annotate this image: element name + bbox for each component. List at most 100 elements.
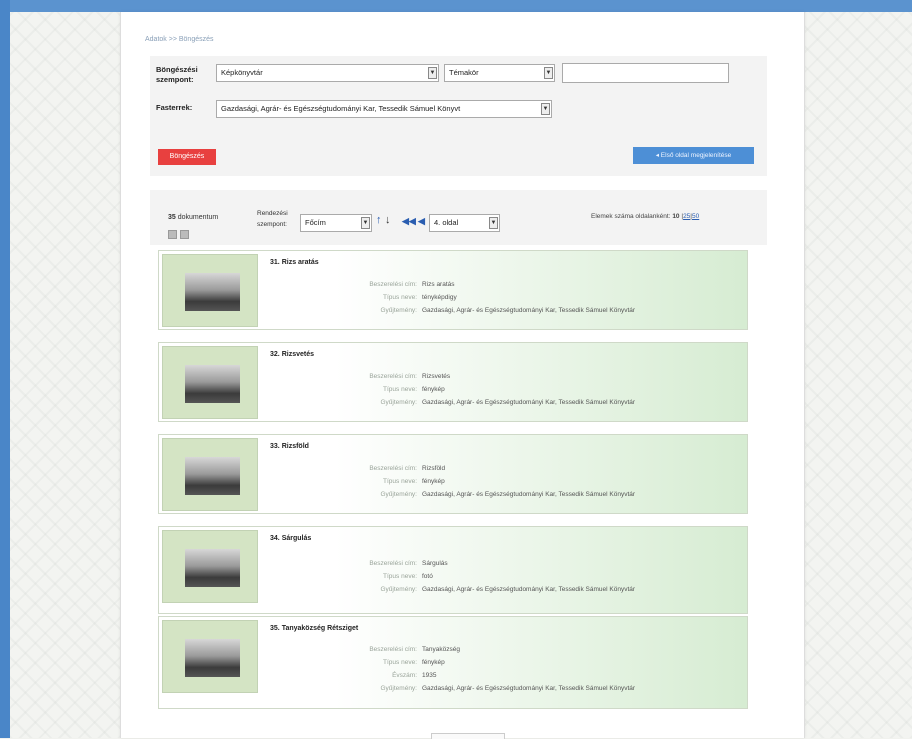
result-card[interactable]: 32. Rizsvetés Beszerelési cím: Rizsvetés … [158, 342, 748, 422]
meta-type-row: Típus neve: fénykép [309, 658, 445, 668]
subject-value: Témakör [449, 68, 479, 77]
thumbnail-image[interactable] [185, 457, 240, 495]
meta-key: Gyűjtemény: [380, 491, 418, 498]
result-number: 34. [270, 535, 280, 542]
meta-value: fénykép [422, 659, 445, 666]
meta-owner-row: Gyűjtemény: Gazdasági, Agrár- és Egészség… [309, 490, 636, 500]
sort-descending-icon[interactable]: ↓ [385, 214, 391, 226]
meta-title-row: Beszerelési cím: Tanyaközség [309, 645, 460, 655]
window-top-border [0, 0, 912, 12]
meta-key: Gyűjtemény: [380, 399, 418, 406]
meta-title-row: Beszerelési cím: Rizsvetés [309, 372, 450, 382]
grid-view-icon[interactable] [168, 230, 177, 239]
dropdown-arrow-icon: ▼ [544, 67, 553, 79]
result-title[interactable]: 32. Rizsvetés [270, 351, 314, 358]
sort-criteria-label: Rendezési szempont: [257, 208, 288, 230]
sort-label-line1: Rendezési [257, 210, 288, 217]
meta-value: Rizsföld [422, 465, 446, 472]
pagination-strip [431, 733, 505, 739]
show-first-page-button[interactable]: ◂ Első oldal megjelenítése [633, 147, 754, 164]
subject-select[interactable]: Témakör ▼ [444, 64, 555, 82]
meta-value: fénykép [422, 478, 445, 485]
document-count: 35 dokumentum [168, 214, 218, 221]
meta-title-row: Beszerelési cím: Rizs aratás [309, 280, 454, 290]
meta-value: fénykép [422, 386, 445, 393]
previous-page-icon[interactable]: ◀ [418, 216, 425, 227]
items-per-page-50[interactable]: 50 [692, 213, 699, 220]
items-per-page-10[interactable]: 10 [672, 213, 679, 220]
meta-key: Gyűjtemény: [380, 586, 418, 593]
meta-key: Típus neve: [383, 573, 417, 580]
search-panel: Böngészési szempont: Képkönyvtár ▼ Témak… [150, 56, 767, 176]
meta-value: Tanyaközség [422, 646, 460, 653]
meta-title-row: Beszerelési cím: Rizsföld [309, 464, 445, 474]
collection-select[interactable]: Gazdasági, Agrár- és Egészségtudományi K… [216, 100, 552, 118]
meta-key: Beszerelési cím: [369, 560, 417, 567]
meta-key: Típus neve: [383, 478, 417, 485]
meta-type-row: Típus neve: fénykép [309, 477, 445, 487]
result-card[interactable]: 31. Rizs aratás Beszerelési cím: Rizs ara… [158, 250, 748, 330]
meta-key: Beszerelési cím: [369, 646, 417, 653]
browse-criteria-value: Képkönyvtár [221, 68, 263, 77]
browse-button[interactable]: Böngészés [158, 149, 216, 165]
result-title[interactable]: 35. Tanyaközség Rétsziget [270, 625, 358, 632]
result-title-text: Rizs aratás [281, 259, 319, 266]
meta-value: Gazdasági, Agrár- és Egészségtudományi K… [422, 685, 636, 692]
list-view-icon[interactable] [180, 230, 189, 239]
thumbnail-frame [162, 438, 258, 511]
show-first-page-label: Első oldal megjelenítése [660, 152, 732, 159]
result-title-text: Rizsföld [281, 443, 309, 450]
thumbnail-frame [162, 254, 258, 327]
thumbnail-image[interactable] [185, 549, 240, 587]
meta-value: Rizsvetés [422, 373, 451, 380]
meta-year-row: Évszám: 1935 [309, 671, 436, 681]
meta-value: Gazdasági, Agrár- és Egészségtudományi K… [422, 307, 636, 314]
meta-key: Beszerelési cím: [369, 373, 417, 380]
page-select[interactable]: 4. oldal ▼ [429, 214, 500, 232]
meta-value: Gazdasági, Agrár- és Egészségtudományi K… [422, 586, 636, 593]
meta-title-row: Beszerelési cím: Sárgulás [309, 559, 447, 569]
first-page-icon[interactable]: ◀◀ [402, 216, 416, 227]
meta-value: Gazdasági, Agrár- és Egészségtudományi K… [422, 399, 636, 406]
thumbnail-frame [162, 346, 258, 419]
items-per-page-label: Elemek száma oldalanként: [591, 213, 671, 220]
meta-value: tényképdigy [422, 294, 457, 301]
meta-value: Gazdasági, Agrár- és Egészségtudományi K… [422, 491, 636, 498]
thumbnail-image[interactable] [185, 365, 240, 403]
thumbnail-frame [162, 620, 258, 693]
sort-select[interactable]: Főcím ▼ [300, 214, 372, 232]
meta-key: Beszerelési cím: [369, 281, 417, 288]
result-title[interactable]: 34. Sárgulás [270, 535, 311, 542]
dropdown-arrow-icon: ▼ [541, 103, 550, 115]
result-number: 31. [270, 259, 280, 266]
result-title-text: Rizsvetés [281, 351, 314, 358]
meta-key: Típus neve: [383, 294, 417, 301]
search-text-input[interactable] [562, 63, 729, 83]
sort-ascending-icon[interactable]: ↑ [376, 214, 382, 226]
meta-value: 1935 [422, 672, 437, 679]
thumbnail-image[interactable] [185, 639, 240, 677]
dropdown-arrow-icon: ▼ [489, 217, 498, 229]
meta-key: Gyűjtemény: [380, 685, 418, 692]
collection-label: Fasterrek: [156, 103, 193, 112]
items-per-page: Elemek száma oldalanként: 10 |25|50 [591, 213, 699, 220]
meta-type-row: Típus neve: tényképdigy [309, 293, 457, 303]
breadcrumb[interactable]: Adatok >> Böngészés [145, 36, 214, 43]
dropdown-arrow-icon: ▼ [361, 217, 370, 229]
thumbnail-image[interactable] [185, 273, 240, 311]
meta-key: Típus neve: [383, 659, 417, 666]
sort-label-line2: szempont: [257, 221, 287, 228]
document-count-suffix: dokumentum [177, 214, 219, 221]
window-left-border [0, 0, 10, 738]
result-card[interactable]: 35. Tanyaközség Rétsziget Beszerelési cí… [158, 616, 748, 709]
result-title[interactable]: 31. Rizs aratás [270, 259, 319, 266]
result-title[interactable]: 33. Rizsföld [270, 443, 309, 450]
meta-value: fotó [422, 573, 433, 580]
collection-value: Gazdasági, Agrár- és Egészségtudományi K… [221, 104, 461, 113]
result-card[interactable]: 33. Rizsföld Beszerelési cím: Rizsföld Tí… [158, 434, 748, 514]
meta-key: Évszám: [392, 672, 417, 679]
browse-criteria-select[interactable]: Képkönyvtár ▼ [216, 64, 439, 82]
meta-type-row: Típus neve: fotó [309, 572, 433, 582]
result-card[interactable]: 34. Sárgulás Beszerelési cím: Sárgulás Tí… [158, 526, 748, 614]
results-toolbar: 35 dokumentum Rendezési szempont: Főcím … [150, 190, 767, 245]
